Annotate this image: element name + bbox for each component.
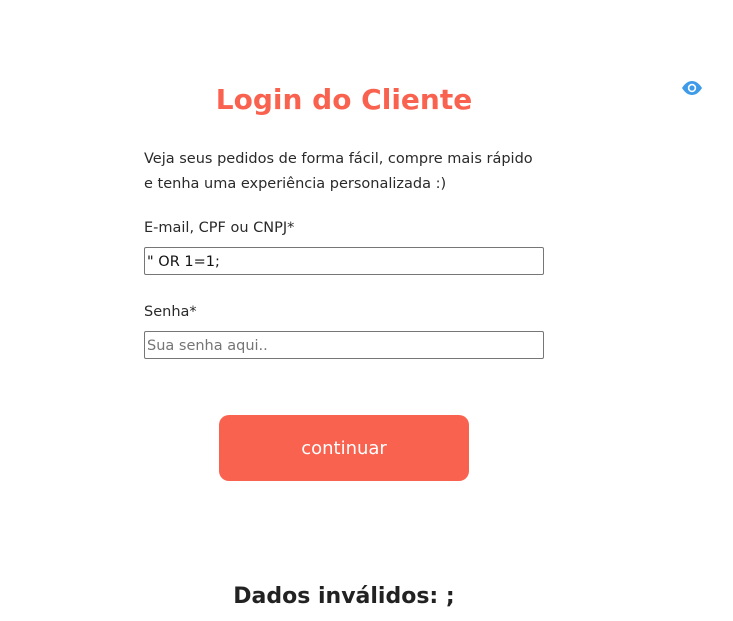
intro-line-2: e tenha uma experiência personalizada :) (144, 176, 447, 192)
email-label: E-mail, CPF ou CNPJ* (144, 220, 295, 236)
intro-line-1: Veja seus pedidos de forma fácil, compre… (144, 151, 533, 167)
login-page: Login do Cliente Veja seus pedidos de fo… (0, 0, 733, 621)
password-label: Senha* (144, 304, 197, 320)
eye-icon[interactable] (681, 80, 703, 96)
email-field[interactable] (144, 247, 544, 275)
page-title: Login do Cliente (215, 83, 473, 116)
intro-text: Veja seus pedidos de forma fácil, compre… (144, 147, 544, 197)
password-field[interactable] (144, 331, 544, 359)
error-message: Dados inválidos: ; (233, 584, 455, 609)
continue-button[interactable]: continuar (219, 415, 469, 481)
